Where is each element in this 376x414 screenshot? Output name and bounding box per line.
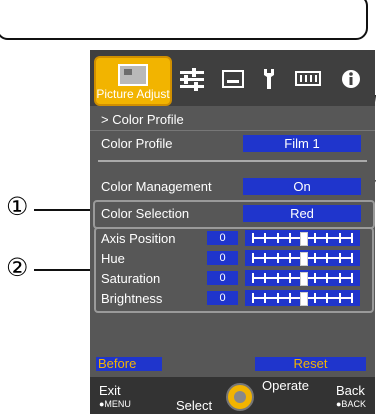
dpad-icon — [226, 383, 254, 411]
tab-input-signal[interactable] — [174, 56, 210, 102]
slider-tick — [264, 253, 267, 263]
slider-tick — [264, 293, 267, 303]
color-profile-value[interactable]: Film 1 — [243, 135, 361, 152]
color-selection-value[interactable]: Red — [243, 205, 361, 222]
slider-tick — [252, 253, 254, 263]
saturation-label: Saturation — [101, 271, 161, 286]
callout-2: ② — [6, 253, 29, 282]
menu-key-label: ●MENU — [99, 399, 131, 409]
row-color-management[interactable]: Color Management On — [90, 175, 375, 197]
tab-installation[interactable] — [216, 56, 250, 102]
hue-slider[interactable] — [245, 250, 360, 266]
slider-tick — [326, 273, 329, 283]
divider — [90, 130, 375, 131]
slider-tick — [252, 293, 254, 303]
slider-tick — [289, 293, 292, 303]
slider-tick — [338, 273, 341, 283]
screen-icon — [222, 70, 244, 88]
slider-tick — [264, 233, 267, 243]
bottom-bar: Exit ●MENU Select Operate Back ●BACK — [90, 377, 375, 414]
slider-tick — [326, 253, 329, 263]
slider-tick — [276, 273, 279, 283]
settings-menu: Picture Adjust > Color Profile Color Pro… — [90, 50, 375, 414]
color-selection-label: Color Selection — [101, 206, 190, 221]
slider-row-axis-position[interactable]: Axis Position 0 — [90, 228, 375, 248]
slider-tick — [351, 293, 353, 303]
tab-bar: Picture Adjust — [90, 50, 375, 106]
select-label: Select — [176, 398, 213, 413]
hue-label: Hue — [101, 251, 125, 266]
wrench-icon — [264, 69, 274, 89]
slider-tick — [313, 293, 316, 303]
before-button[interactable]: Before — [96, 357, 162, 371]
saturation-slider[interactable] — [245, 270, 360, 286]
axis-position-slider[interactable] — [245, 230, 360, 246]
slider-tick — [338, 293, 341, 303]
tab-info[interactable] — [334, 56, 368, 102]
sliders-icon — [180, 68, 204, 91]
slider-thumb[interactable] — [299, 272, 308, 286]
slider-tick — [264, 273, 267, 283]
slider-tick — [338, 253, 341, 263]
slider-thumb[interactable] — [299, 232, 308, 246]
reset-button[interactable]: Reset — [255, 357, 366, 371]
back-key-label: ●BACK — [336, 399, 366, 409]
brightness-value: 0 — [207, 291, 238, 305]
top-frame — [0, 0, 368, 40]
slider-tick — [326, 233, 329, 243]
row-color-profile[interactable]: Color Profile Film 1 — [90, 132, 375, 154]
slider-tick — [276, 253, 279, 263]
info-icon — [342, 70, 360, 88]
slider-tick — [326, 293, 329, 303]
divider — [98, 160, 367, 162]
axis-position-value: 0 — [207, 231, 238, 245]
slider-row-brightness[interactable]: Brightness 0 — [90, 288, 375, 308]
breadcrumb: > Color Profile — [90, 108, 375, 130]
slider-tick — [351, 233, 353, 243]
slider-tick — [289, 233, 292, 243]
tab-information[interactable] — [288, 56, 328, 102]
breadcrumb-text: > Color Profile — [101, 112, 184, 127]
row-color-selection[interactable]: Color Selection Red — [90, 202, 375, 224]
slider-tick — [351, 253, 353, 263]
slider-tick — [289, 273, 292, 283]
saturation-value: 0 — [207, 271, 238, 285]
slider-tick — [338, 233, 341, 243]
callout-1: ① — [6, 192, 29, 221]
tab-picture-adjust[interactable]: Picture Adjust — [94, 56, 172, 106]
slider-thumb[interactable] — [299, 252, 308, 266]
operate-label: Operate — [262, 378, 309, 393]
color-management-value[interactable]: On — [243, 178, 361, 195]
tab-picture-adjust-label: Picture Adjust — [96, 87, 170, 101]
slider-tick — [313, 233, 316, 243]
slider-tick — [276, 233, 279, 243]
color-profile-label: Color Profile — [101, 136, 173, 151]
axis-position-label: Axis Position — [101, 231, 176, 246]
color-management-label: Color Management — [101, 179, 212, 194]
memory-icon — [295, 71, 321, 86]
exit-label[interactable]: Exit — [99, 383, 121, 398]
picture-adjust-icon — [118, 64, 148, 86]
brightness-slider[interactable] — [245, 290, 360, 306]
slider-tick — [289, 253, 292, 263]
slider-tick — [276, 293, 279, 303]
slider-row-hue[interactable]: Hue 0 — [90, 248, 375, 268]
brightness-label: Brightness — [101, 291, 163, 306]
slider-tick — [313, 253, 316, 263]
slider-row-saturation[interactable]: Saturation 0 — [90, 268, 375, 288]
back-label[interactable]: Back — [336, 383, 365, 398]
slider-thumb[interactable] — [299, 292, 308, 306]
slider-tick — [351, 273, 353, 283]
slider-tick — [252, 233, 254, 243]
tab-function[interactable] — [254, 56, 284, 102]
slider-tick — [313, 273, 316, 283]
hue-value: 0 — [207, 251, 238, 265]
slider-tick — [252, 273, 254, 283]
